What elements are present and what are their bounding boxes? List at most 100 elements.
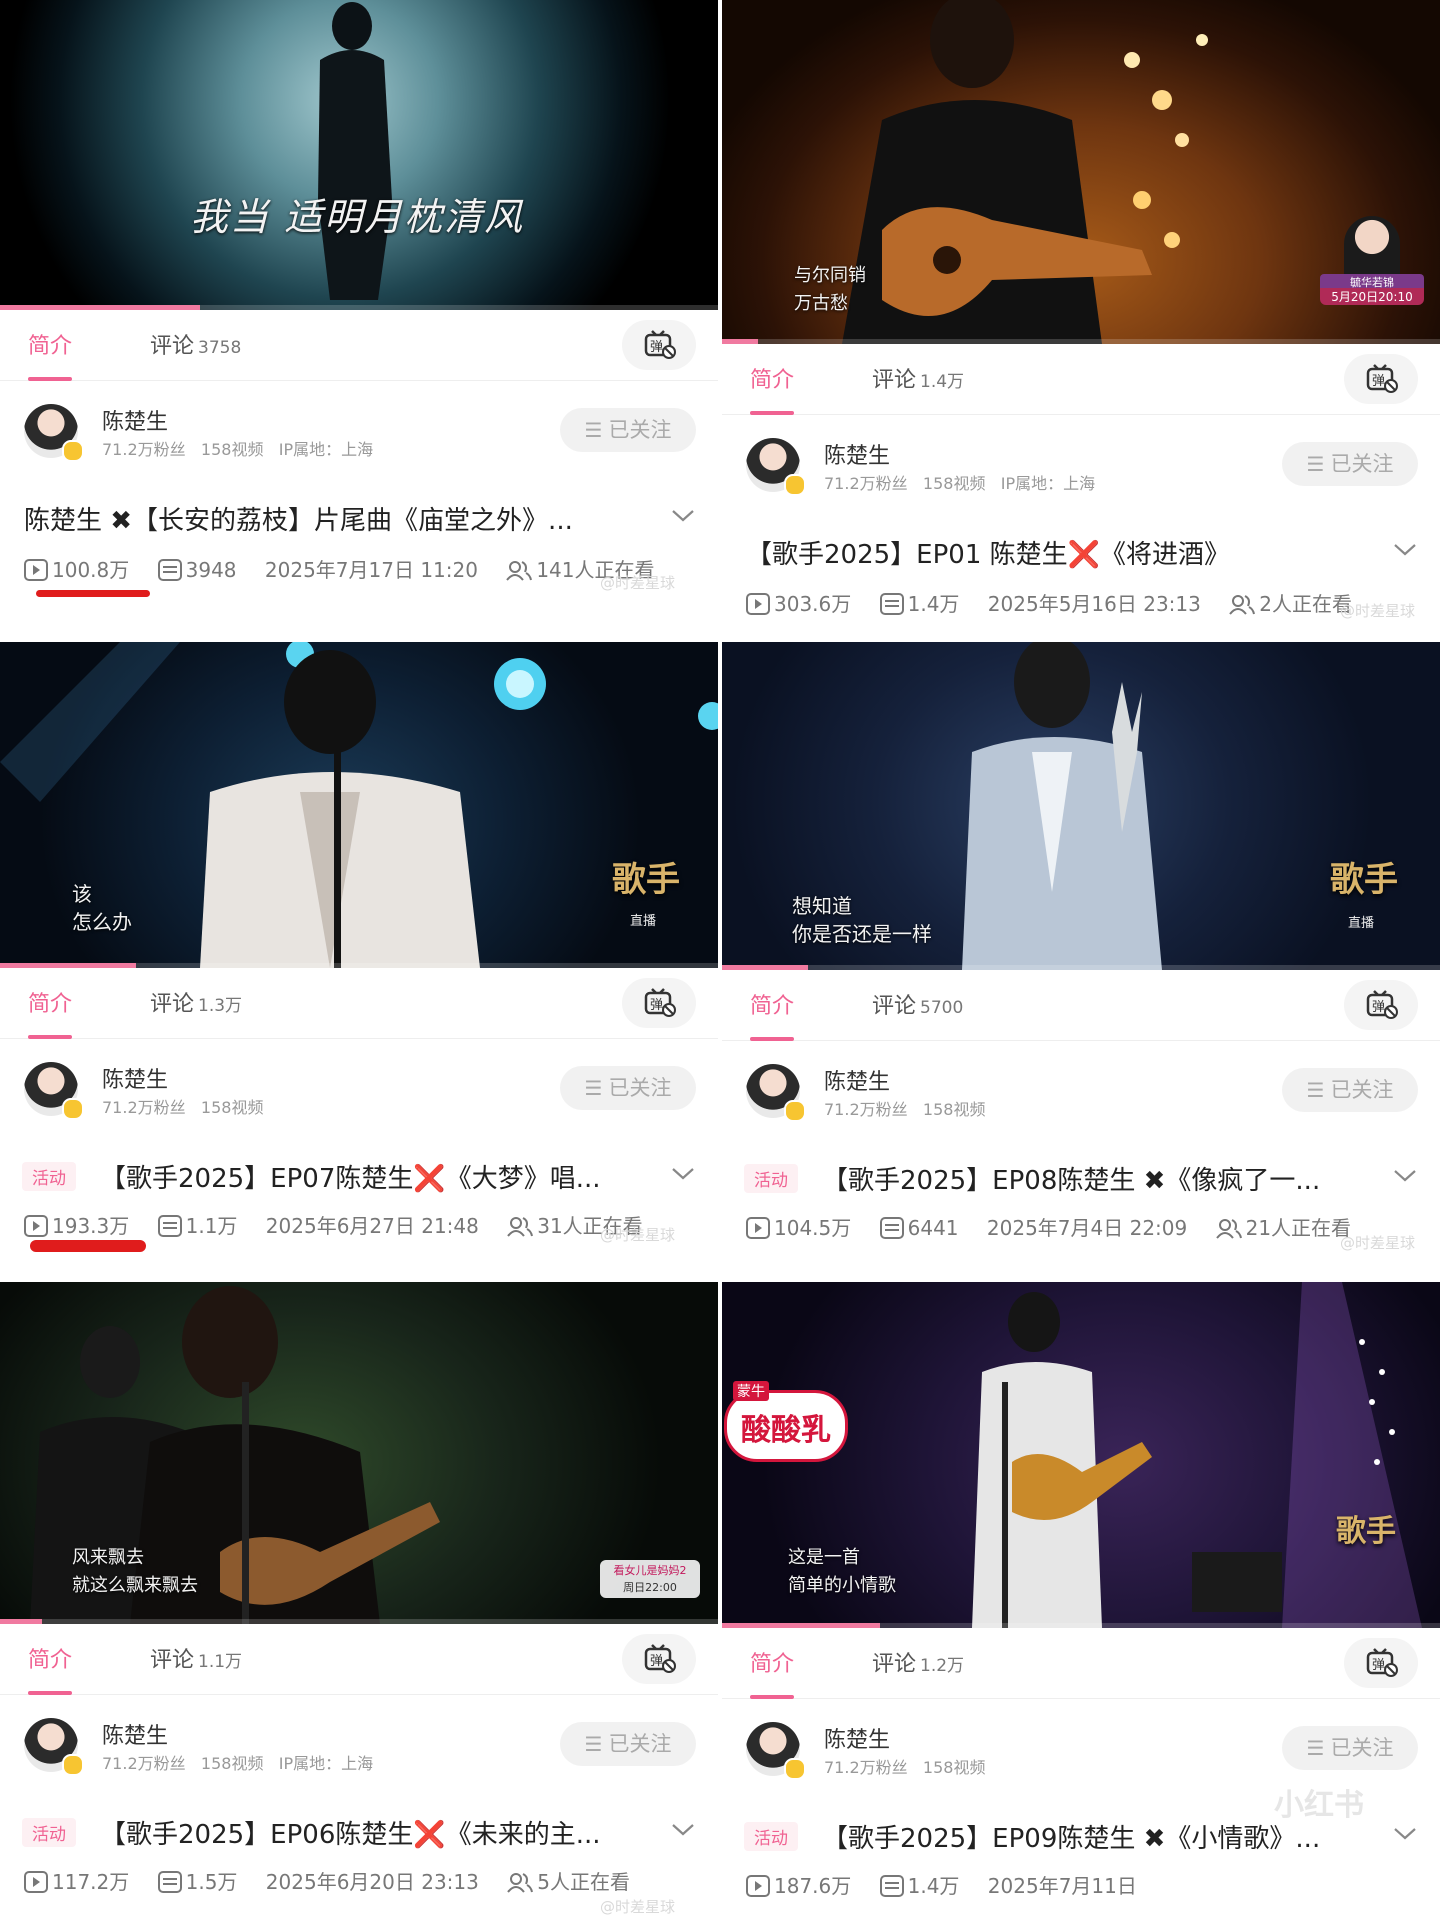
watermark: @时差星球 [600, 1898, 676, 1916]
menu-icon: ☰ [1306, 452, 1325, 476]
promo-badge[interactable]: 毓华若锦 5月20日20:10 [1320, 216, 1424, 308]
ip-location: IP属地：上海 [278, 1754, 374, 1773]
video-stats: 303.6万 1.4万 2025年5月16日 23:13 2人正在看 [746, 588, 1352, 617]
verified-badge-icon [62, 1098, 84, 1120]
ip-location: IP属地：上海 [278, 440, 374, 459]
author-name[interactable]: 陈楚生 [824, 1064, 890, 1096]
author-meta: 71.2万粉丝 158视频 IP属地：上海 [824, 474, 1096, 493]
viewers-icon [507, 1873, 534, 1893]
activity-tag[interactable]: 活动 [22, 1162, 76, 1191]
author-name[interactable]: 陈楚生 [102, 1718, 168, 1750]
chevron-down-icon[interactable] [1392, 1162, 1418, 1188]
video-player[interactable]: 想知道 你是否还是一样 歌手 直播 [722, 642, 1440, 970]
activity-tag[interactable]: 活动 [744, 1164, 798, 1193]
video-player[interactable]: 蒙牛 酸酸乳 这是一首 简单的小情歌 歌手 [722, 1282, 1440, 1628]
play-count-icon [746, 1217, 770, 1239]
author-name[interactable]: 陈楚生 [824, 438, 890, 470]
video-stats: 187.6万 1.4万 2025年7月11日 [746, 1870, 1137, 1899]
tab-active-indicator [28, 1035, 72, 1039]
danmaku-off-icon: 弹 [1366, 990, 1398, 1019]
promo-date: 5月20日20:10 [1320, 288, 1424, 305]
tab-comments[interactable]: 评论 5700 [872, 988, 963, 1020]
following-button[interactable]: ☰ 已关注 [560, 1722, 696, 1766]
verified-badge-icon [784, 1758, 806, 1780]
svg-text:弹: 弹 [1372, 1000, 1385, 1015]
video-player[interactable]: 我当 适明月枕清风 [0, 0, 718, 310]
author-meta: 71.2万粉丝 158视频 [102, 1098, 264, 1117]
publish-date: 2025年6月27日 21:48 [265, 1214, 479, 1238]
activity-tag[interactable]: 活动 [744, 1822, 798, 1851]
show-logo: 歌手 [612, 860, 680, 900]
video-player[interactable]: 与尔同销 万古愁 毓华若锦 5月20日20:10 [722, 0, 1440, 344]
video-player[interactable]: 风来飘去 就这么飘来飘去 看女儿是妈妈2 周日22:00 [0, 1282, 718, 1624]
tab-bar: 简介 评论 1.4万 弹 [722, 344, 1440, 415]
promo-badge[interactable]: 看女儿是妈妈2 周日22:00 [600, 1560, 700, 1598]
danmaku-count-icon [879, 593, 904, 615]
tab-bar: 简介 评论 1.1万 弹 [0, 1624, 718, 1695]
video-title[interactable]: 【歌手2025】EP08陈楚生 ✖《像疯了一... [822, 1160, 1382, 1197]
chevron-down-icon[interactable] [670, 1816, 696, 1842]
tab-comments[interactable]: 评论 1.3万 [150, 986, 242, 1018]
comment-count: 1.4万 [920, 372, 965, 392]
watermark: @时差星球 [600, 574, 676, 592]
publish-date: 2025年5月16日 23:13 [987, 592, 1201, 616]
platform-watermark: 小红书 [1274, 1788, 1364, 1823]
tab-intro[interactable]: 简介 [750, 362, 794, 394]
tab-intro[interactable]: 简介 [750, 1646, 794, 1678]
live-label: 直播 [1348, 916, 1375, 931]
danmaku-off-icon: 弹 [1366, 364, 1398, 393]
danmaku-toggle-button[interactable]: 弹 [1344, 354, 1418, 404]
video-player[interactable]: 该 怎么办 歌手 直播 [0, 642, 718, 968]
tab-intro[interactable]: 简介 [28, 986, 72, 1018]
tab-comments[interactable]: 评论 1.1万 [150, 1642, 242, 1674]
danmaku-toggle-button[interactable]: 弹 [622, 320, 696, 370]
video-stats: 117.2万 1.5万 2025年6月20日 23:13 5人正在看 [24, 1866, 630, 1895]
show-logo: 歌手 [1330, 860, 1398, 900]
verified-badge-icon [784, 1100, 806, 1122]
author-name[interactable]: 陈楚生 [102, 1062, 168, 1094]
video-title[interactable]: 【歌手2025】EP01 陈楚生❌《将进酒》 [746, 534, 1366, 571]
video-card: 蒙牛 酸酸乳 这是一首 简单的小情歌 歌手 简介 评论 1.2万 弹 陈楚生 71… [722, 1282, 1440, 1920]
following-button[interactable]: ☰ 已关注 [560, 408, 696, 452]
tab-comments[interactable]: 评论 1.4万 [872, 362, 964, 394]
chevron-down-icon[interactable] [1392, 536, 1418, 562]
danmaku-toggle-button[interactable]: 弹 [622, 978, 696, 1028]
annotation-underline [30, 1240, 146, 1252]
chevron-down-icon[interactable] [1392, 1820, 1418, 1846]
video-title[interactable]: 【歌手2025】EP06陈楚生❌《未来的主... [100, 1814, 660, 1851]
video-title[interactable]: 【歌手2025】EP07陈楚生❌《大梦》唱... [100, 1158, 660, 1195]
tab-intro[interactable]: 简介 [28, 328, 72, 360]
danmaku-off-icon: 弹 [644, 1644, 676, 1673]
danmaku-toggle-button[interactable]: 弹 [1344, 1638, 1418, 1688]
tab-bar: 简介 评论 1.2万 弹 [722, 1628, 1440, 1699]
danmaku-toggle-button[interactable]: 弹 [1344, 980, 1418, 1030]
author-row: 陈楚生 71.2万粉丝 158视频 ☰ 已关注 [0, 1050, 718, 1130]
video-card: 该 怎么办 歌手 直播 简介 评论 1.3万 弹 陈楚生 71.2万粉丝 158视… [0, 642, 718, 1282]
publish-date: 2025年7月17日 11:20 [264, 558, 478, 582]
author-name[interactable]: 陈楚生 [102, 404, 168, 436]
following-button[interactable]: ☰ 已关注 [1282, 442, 1418, 486]
tab-intro[interactable]: 简介 [28, 1642, 72, 1674]
following-button[interactable]: ☰ 已关注 [1282, 1726, 1418, 1770]
chevron-down-icon[interactable] [670, 1160, 696, 1186]
video-stats: 193.3万 1.1万 2025年6月27日 21:48 31人正在看 [24, 1210, 643, 1239]
menu-icon: ☰ [584, 418, 603, 442]
svg-text:弹: 弹 [1372, 374, 1385, 389]
author-meta: 71.2万粉丝 158视频 [824, 1100, 986, 1119]
danmaku-off-icon: 弹 [644, 988, 676, 1017]
following-button[interactable]: ☰ 已关注 [560, 1066, 696, 1110]
following-button[interactable]: ☰ 已关注 [1282, 1068, 1418, 1112]
danmaku-count-icon [879, 1875, 904, 1897]
video-title[interactable]: 陈楚生 ✖【长安的荔枝】片尾曲《庙堂之外》... [24, 500, 644, 537]
lyric-overlay: 风来飘去 就这么飘来飘去 [72, 1547, 198, 1596]
tab-comments[interactable]: 评论 1.2万 [872, 1646, 964, 1678]
show-logo: 歌手 [1336, 1514, 1396, 1549]
publish-date: 2025年7月4日 22:09 [986, 1216, 1188, 1240]
danmaku-toggle-button[interactable]: 弹 [622, 1634, 696, 1684]
author-name[interactable]: 陈楚生 [824, 1722, 890, 1754]
tab-comments[interactable]: 评论 3758 [150, 328, 241, 360]
tab-intro[interactable]: 简介 [750, 988, 794, 1020]
activity-tag[interactable]: 活动 [22, 1818, 76, 1847]
chevron-down-icon[interactable] [670, 502, 696, 528]
lyric-overlay: 该 怎么办 [72, 882, 132, 934]
